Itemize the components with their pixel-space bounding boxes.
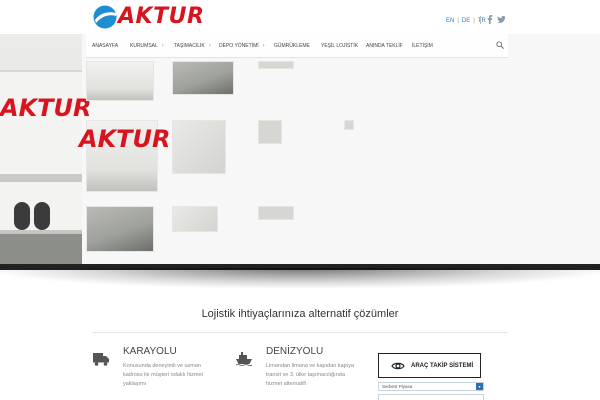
truck-wheel bbox=[14, 202, 30, 230]
mosaic-logo-fragment: AKTUR bbox=[79, 125, 171, 153]
mosaic-tile bbox=[344, 120, 354, 130]
logo-text: AKTUR bbox=[118, 4, 205, 29]
site-header: AKTUR EN | DE | TR bbox=[0, 0, 600, 34]
vehicle-tracking-button[interactable]: ARAÇ TAKİP SİSTEMİ bbox=[378, 353, 481, 378]
mosaic-tile bbox=[172, 61, 234, 95]
nav-item-label: ANASAYFA bbox=[92, 42, 119, 49]
facebook-icon[interactable] bbox=[487, 15, 493, 24]
mosaic-tile bbox=[258, 120, 282, 144]
mosaic-tile bbox=[258, 61, 294, 69]
page: AKTUR AKTUR AKTUR EN | DE | TR ANASAYFA … bbox=[0, 0, 600, 400]
service-description: Konusunda deneyimli ve uzman kadrosu ile… bbox=[123, 363, 204, 387]
hero-truck-photo: AKTUR bbox=[0, 34, 92, 266]
nav-item-label: DEPO YÖNETİMİ bbox=[219, 42, 259, 49]
mosaic-tile bbox=[258, 206, 294, 220]
chevron-down-icon: ▾ bbox=[476, 383, 483, 390]
chevron-right-icon: › bbox=[161, 42, 164, 49]
nav-item-label: TAŞIMACILIK bbox=[174, 42, 205, 49]
truck-ground bbox=[0, 234, 82, 266]
secondary-select[interactable] bbox=[378, 394, 484, 400]
nav-item-label: GÜMRÜKLEME bbox=[274, 42, 310, 49]
section-divider bbox=[92, 332, 508, 333]
nav-item-gumrukleme[interactable]: GÜMRÜKLEME bbox=[274, 43, 310, 49]
nav-item-iletisim[interactable]: İLETİŞİM bbox=[412, 43, 433, 49]
truck-logo-text: AKTUR bbox=[0, 94, 92, 122]
nav-item-label: KURUMSAL bbox=[130, 42, 158, 49]
lang-separator: | bbox=[473, 18, 475, 24]
main-nav: ANASAYFA KURUMSAL › TAŞIMACILIK › DEPO Y… bbox=[86, 34, 508, 58]
nav-item-tasimacilik[interactable]: TAŞIMACILIK › bbox=[174, 43, 211, 49]
nav-item-yesil-lojistik[interactable]: YEŞİL LOJİSTİK bbox=[321, 43, 358, 49]
hero-shadow bbox=[0, 268, 600, 288]
lang-tr[interactable]: TR bbox=[478, 18, 486, 24]
service-description: Limandan limana ve kapıdan kapıya transi… bbox=[266, 363, 355, 387]
market-select[interactable]: Serbest Piyasa ▾ bbox=[378, 382, 484, 391]
chevron-right-icon: › bbox=[208, 42, 211, 49]
nav-item-label: İLETİŞİM bbox=[412, 42, 433, 49]
logo-mark-icon bbox=[93, 5, 117, 29]
nav-item-anasayfa[interactable]: ANASAYFA bbox=[92, 43, 118, 49]
search-icon[interactable] bbox=[496, 41, 504, 49]
hero-slider[interactable]: AKTUR AKTUR bbox=[0, 34, 600, 270]
tagline: Lojistik ihtiyaçlarınıza alternatif çözü… bbox=[201, 308, 399, 320]
lang-en[interactable]: EN bbox=[446, 18, 454, 24]
market-select-value: Serbest Piyasa bbox=[382, 384, 413, 389]
truck-wheel bbox=[34, 202, 50, 230]
twitter-icon[interactable] bbox=[497, 16, 506, 23]
nav-item-depo-yonetimi[interactable]: DEPO YÖNETİMİ › bbox=[219, 43, 265, 49]
mosaic-tile bbox=[172, 206, 218, 232]
truck-stripe bbox=[0, 174, 82, 182]
service-title: DENİZYOLU bbox=[266, 346, 324, 357]
mosaic-tile bbox=[86, 206, 154, 252]
lang-de[interactable]: DE bbox=[462, 18, 470, 24]
ship-icon bbox=[236, 352, 252, 366]
nav-item-label: YEŞİL LOJİSTİK bbox=[321, 42, 359, 49]
vehicle-tracking-label: ARAÇ TAKİP SİSTEMİ bbox=[411, 362, 474, 369]
nav-item-label: ANINDA TEKLİF bbox=[366, 42, 403, 49]
mosaic-tile bbox=[86, 61, 154, 101]
nav-item-kurumsal[interactable]: KURUMSAL › bbox=[130, 43, 164, 49]
chevron-right-icon: › bbox=[262, 42, 265, 49]
lang-separator: | bbox=[457, 18, 459, 24]
mosaic-tile: AKTUR bbox=[79, 120, 171, 192]
eye-icon bbox=[391, 362, 405, 369]
header-divider bbox=[480, 16, 481, 24]
mosaic-tile bbox=[172, 120, 226, 174]
truck-icon bbox=[93, 353, 109, 366]
site-logo[interactable]: AKTUR bbox=[93, 5, 204, 29]
nav-item-aninda-teklif[interactable]: ANINDA TEKLİF bbox=[366, 43, 403, 49]
service-title: KARAYOLU bbox=[123, 346, 177, 357]
